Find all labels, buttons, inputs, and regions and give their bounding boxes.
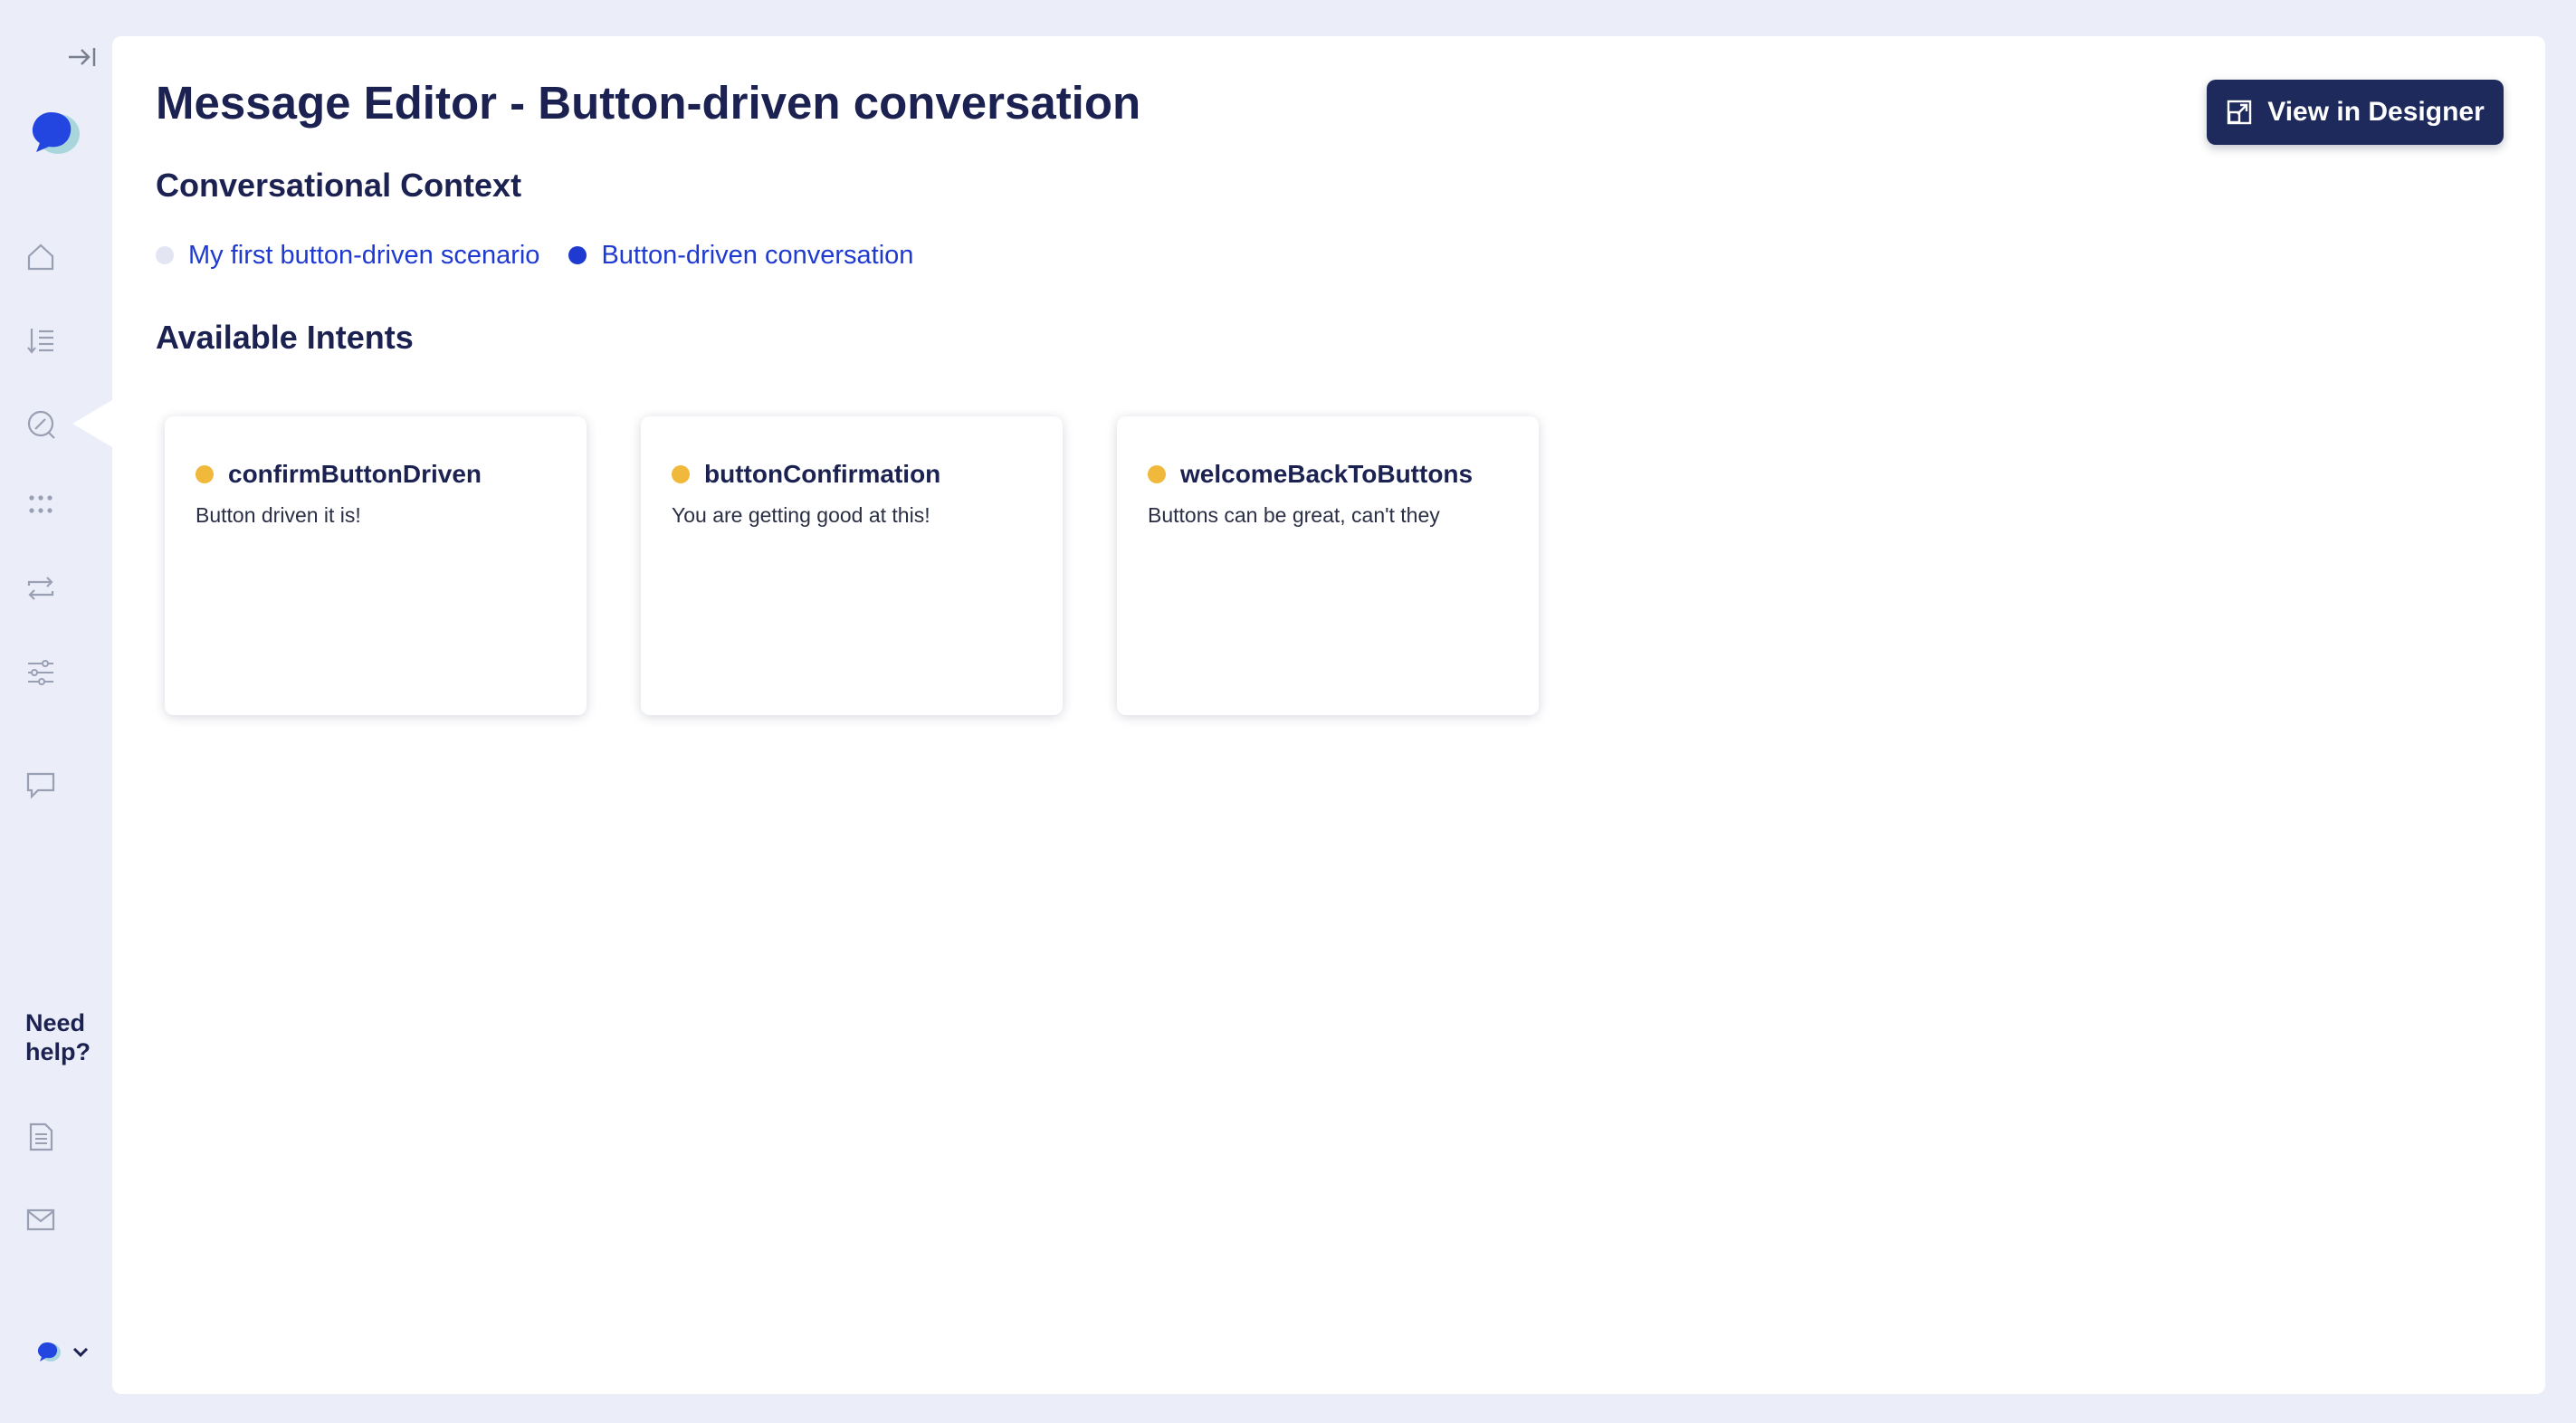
sliders-icon bbox=[28, 660, 53, 685]
need-help-label: Need help? bbox=[25, 1009, 91, 1065]
intent-card-header: buttonConfirmation bbox=[672, 460, 940, 489]
nav-home[interactable] bbox=[20, 236, 62, 278]
mail-icon bbox=[26, 1208, 55, 1231]
account-switcher[interactable] bbox=[34, 1334, 107, 1370]
context-dot bbox=[156, 246, 174, 264]
nav-message-editor[interactable] bbox=[20, 404, 62, 445]
collapse-right-icon bbox=[69, 48, 96, 66]
intent-card-confirmButtonDriven[interactable]: confirmButtonDriven Button driven it is! bbox=[165, 416, 587, 715]
chat-bubble-logo-icon bbox=[32, 112, 80, 154]
intent-name: welcomeBackToButtons bbox=[1180, 460, 1474, 488]
intent-status-dot bbox=[672, 465, 690, 483]
intent-text: Button driven it is! bbox=[196, 503, 361, 527]
nav-sort-list[interactable] bbox=[20, 320, 62, 361]
collapse-sidebar-button[interactable] bbox=[63, 43, 100, 71]
context-dot bbox=[568, 246, 587, 264]
intent-status-dot bbox=[1148, 465, 1166, 483]
workspace-logo-icon bbox=[37, 1342, 61, 1361]
nav-repeat[interactable] bbox=[20, 568, 62, 609]
view-in-designer-label: View in Designer bbox=[2267, 97, 2485, 127]
help-documentation[interactable] bbox=[20, 1116, 62, 1158]
intent-card-header: welcomeBackToButtons bbox=[1148, 460, 1473, 489]
intent-name: confirmButtonDriven bbox=[228, 460, 482, 488]
open-external-icon bbox=[2228, 100, 2252, 125]
intent-card-buttonConfirmation[interactable]: buttonConfirmation You are getting good … bbox=[641, 416, 1063, 715]
main-panel: Message Editor - Button-driven conversat… bbox=[112, 36, 2545, 1394]
sidebar: Need help? bbox=[0, 0, 112, 1423]
intent-card-header: confirmButtonDriven bbox=[196, 460, 482, 489]
grid-dots-icon bbox=[29, 495, 52, 513]
chat-icon bbox=[26, 772, 55, 799]
active-nav-pointer bbox=[72, 400, 112, 447]
intent-name: buttonConfirmation bbox=[704, 460, 941, 488]
intent-status-dot bbox=[196, 465, 214, 483]
document-icon bbox=[29, 1122, 53, 1151]
help-contact[interactable] bbox=[20, 1199, 62, 1240]
context-item-scenario[interactable]: My first button-driven scenario bbox=[156, 241, 539, 271]
context-heading: Conversational Context bbox=[156, 167, 522, 204]
intent-card-welcomeBackToButtons[interactable]: welcomeBackToButtons Buttons can be grea… bbox=[1117, 416, 1539, 715]
repeat-icon bbox=[27, 577, 54, 600]
sort-list-icon bbox=[27, 329, 53, 354]
message-editor-icon bbox=[27, 410, 55, 439]
context-item-conversation[interactable]: Button-driven conversation bbox=[568, 241, 913, 271]
app-logo[interactable] bbox=[24, 105, 81, 163]
nav-apps[interactable] bbox=[20, 483, 62, 525]
view-in-designer-button[interactable]: View in Designer bbox=[2207, 80, 2504, 145]
home-icon bbox=[27, 244, 54, 271]
nav-settings[interactable] bbox=[20, 652, 62, 693]
context-item-label: Button-driven conversation bbox=[601, 240, 914, 270]
chevron-down-icon bbox=[72, 1347, 89, 1358]
page-title: Message Editor - Button-driven conversat… bbox=[156, 77, 1141, 129]
intent-text: Buttons can be great, can't they bbox=[1148, 503, 1440, 527]
intent-text: You are getting good at this! bbox=[672, 503, 930, 527]
context-item-label: My first button-driven scenario bbox=[188, 240, 540, 270]
context-breadcrumb: My first button-driven scenario Button-d… bbox=[156, 237, 942, 273]
intents-heading: Available Intents bbox=[156, 319, 414, 356]
nav-chat[interactable] bbox=[20, 764, 62, 806]
